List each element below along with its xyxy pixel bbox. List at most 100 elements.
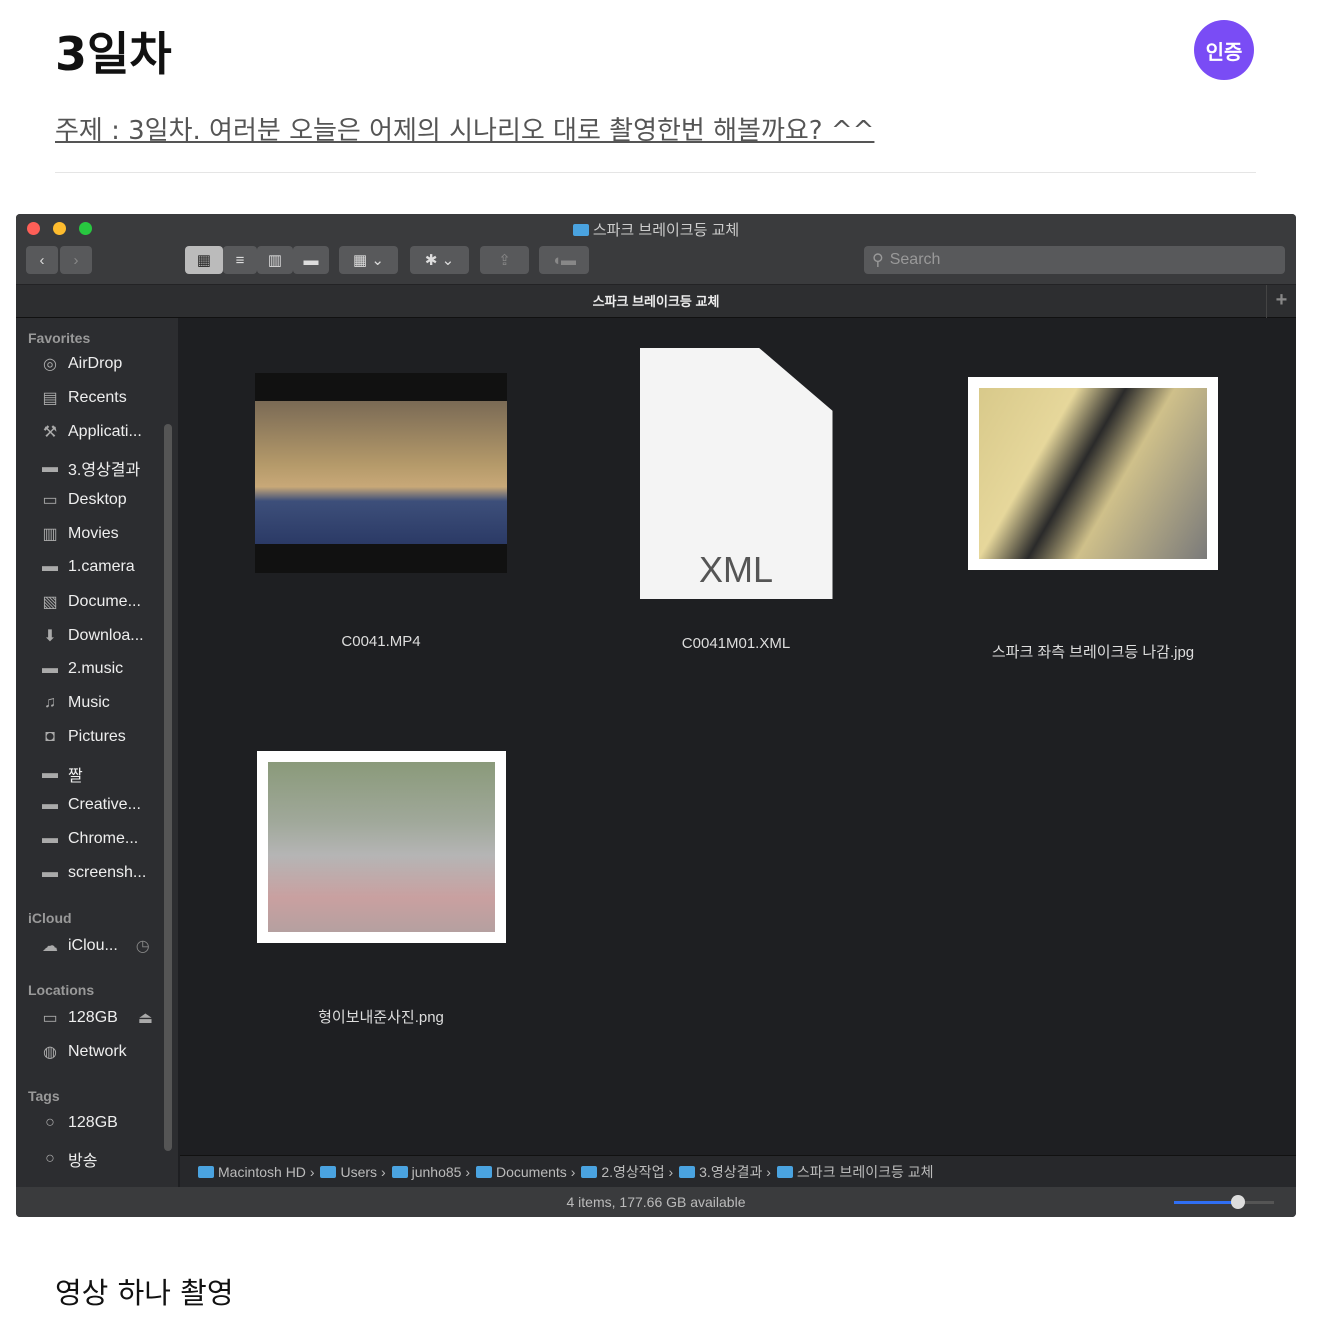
sidebar-item[interactable]: ▥ Movies — [38, 524, 119, 544]
column-view-button[interactable]: ▥ — [257, 246, 293, 274]
search-input[interactable]: ⚲ Search — [864, 246, 1285, 274]
sidebar-item-label: Network — [68, 1043, 127, 1060]
folder-icon: ▬ — [42, 796, 58, 813]
sidebar-item-label: Desktop — [68, 491, 127, 508]
sidebar-item-label: 2.music — [68, 660, 124, 677]
sidebar-item[interactable]: ▤ Recents — [38, 388, 127, 408]
sidebar-item[interactable]: ▬ Creative... — [38, 796, 141, 814]
back-button[interactable]: ‹ — [26, 246, 58, 274]
applications-icon: ⚒ — [42, 424, 58, 441]
breadcrumb-item[interactable]: 스파크 브레이크등 교체 — [776, 1162, 934, 1182]
sidebar-tag-128gb[interactable]: ○ 128GB — [38, 1114, 118, 1132]
sidebar-item-128gb[interactable]: ▭ 128GB ⏏ — [38, 1008, 153, 1028]
breadcrumb-item[interactable]: 2.영상작업 › — [581, 1162, 673, 1182]
slider-fill — [1174, 1201, 1238, 1204]
divider — [55, 172, 1256, 173]
path-header: 스파크 브레이크등 교체 + — [16, 285, 1296, 318]
breadcrumb-item[interactable]: Macintosh HD › — [198, 1164, 314, 1180]
breadcrumb-label: 2.영상작업 — [601, 1163, 665, 1180]
file-name: 형이보내준사진.png — [318, 1009, 444, 1026]
icon-view-button[interactable]: ▦ — [185, 246, 223, 274]
file-item[interactable]: XML C0041M01.XML — [586, 318, 886, 652]
folder-icon — [572, 224, 589, 236]
forward-button[interactable]: › — [60, 246, 92, 274]
downloads-icon: ⬇ — [43, 628, 57, 645]
sidebar-item[interactable]: ▬ Chrome... — [38, 830, 138, 848]
sidebar-item[interactable]: ◎ AirDrop — [38, 354, 122, 374]
gallery-view-button[interactable]: ▬ — [293, 246, 329, 274]
sidebar-item[interactable]: ▬ 3.영상결과 — [38, 456, 140, 480]
sidebar-item[interactable]: ▬ 2.music — [38, 660, 123, 678]
chevron-right-icon: › — [766, 1163, 771, 1180]
sidebar-item-label: Pictures — [68, 728, 126, 745]
chevron-right-icon: › — [380, 1163, 386, 1180]
sidebar-item-label: 짤 — [68, 768, 83, 785]
sidebar-item[interactable]: ♫ Music — [38, 694, 110, 712]
folder-icon — [320, 1165, 337, 1178]
breadcrumb-item[interactable]: 3.영상결과 › — [679, 1162, 771, 1182]
sidebar-item-network[interactable]: ◍ Network — [38, 1042, 127, 1062]
sidebar-item-label: Recents — [68, 389, 127, 406]
sidebar-item-label: Creative... — [68, 796, 141, 813]
icloud-heading: iCloud — [28, 910, 72, 926]
chevron-right-icon: › — [309, 1163, 315, 1180]
sidebar-item-label: 128GB — [68, 1114, 118, 1131]
file-name: C0041M01.XML — [681, 635, 791, 652]
sidebar-item-label: Downloa... — [68, 627, 144, 644]
pictures-icon: ◘ — [45, 728, 55, 745]
sidebar-scrollbar[interactable] — [164, 424, 172, 1151]
image-thumbnail — [256, 751, 506, 943]
finder-window: 스파크 브레이크등 교체 ‹ › ▦ ≡ ▥ ▬ ▦ ⌄ ✱ ⌄ ⇪ ◖▬ ⚲ S… — [16, 214, 1296, 1217]
locations-heading: Locations — [28, 982, 95, 998]
recents-icon: ▤ — [42, 390, 58, 407]
sidebar-item[interactable]: ▬ 1.camera — [38, 558, 135, 576]
sidebar-tag-broadcast[interactable]: ○ 방송 — [38, 1147, 97, 1171]
slider-thumb[interactable] — [1231, 1195, 1245, 1209]
list-view-button[interactable]: ≡ — [223, 246, 257, 274]
sidebar-item[interactable]: ▭ Desktop — [38, 490, 127, 510]
window-title-text: 스파크 브레이크등 교체 — [592, 222, 740, 239]
xml-document-icon: XML — [639, 348, 833, 599]
sidebar-item-label: Music — [68, 694, 110, 711]
xml-icon-label: XML — [698, 549, 774, 590]
breadcrumb-item[interactable]: junho85 › — [391, 1164, 470, 1180]
path-header-title: 스파크 브레이크등 교체 — [592, 294, 720, 309]
icon-size-slider[interactable] — [1174, 1195, 1274, 1209]
certification-badge[interactable]: 인증 — [1194, 20, 1254, 80]
sidebar-item[interactable]: ◘ Pictures — [38, 728, 126, 746]
documents-icon: ▧ — [42, 594, 58, 611]
action-gear-button[interactable]: ✱ ⌄ — [410, 246, 469, 274]
eject-icon[interactable]: ⏏ — [138, 1008, 153, 1028]
status-text: 4 items, 177.66 GB available — [566, 1194, 746, 1210]
tag-button[interactable]: ◖▬ — [539, 246, 589, 274]
sidebar-item[interactable]: ▬ screensh... — [38, 864, 146, 882]
add-tab-button[interactable]: + — [1266, 285, 1296, 318]
sidebar-item[interactable]: ⬇ Downloa... — [38, 626, 144, 646]
file-area: C0041.MP4 XML C0041M01.XML 스파크 좌측 브레이크등 … — [180, 318, 1296, 1155]
folder-icon: ▬ — [42, 558, 58, 575]
sidebar-item-label: 1.camera — [68, 558, 135, 575]
folder-icon — [679, 1165, 696, 1178]
network-icon: ◍ — [43, 1044, 57, 1061]
sidebar-item[interactable]: ▧ Docume... — [38, 592, 140, 612]
sidebar-item-label: Movies — [68, 525, 119, 542]
file-item[interactable]: 형이보내준사진.png — [231, 318, 531, 1027]
cloud-icon: ☁ — [42, 938, 58, 955]
tag-circle-icon: ○ — [45, 1114, 55, 1131]
search-placeholder: Search — [889, 251, 941, 268]
breadcrumb-item[interactable]: Users › — [320, 1163, 386, 1180]
subject-link[interactable]: 주제 : 3일차. 여러분 오늘은 어제의 시나리오 대로 촬영한번 해볼까요?… — [55, 110, 874, 147]
folder-icon — [198, 1165, 214, 1178]
group-button[interactable]: ▦ ⌄ — [339, 246, 398, 274]
sidebar-item-icloud[interactable]: ☁ iClou... ◷ — [38, 936, 150, 956]
sidebar-item[interactable]: ⚒ Applicati... — [38, 422, 142, 442]
breadcrumb-label: 스파크 브레이크등 교체 — [796, 1163, 934, 1180]
share-button[interactable]: ⇪ — [480, 246, 529, 274]
disk-icon: ▭ — [42, 1010, 58, 1027]
movies-icon: ▥ — [42, 526, 58, 543]
breadcrumb-item[interactable]: Documents › — [476, 1164, 575, 1180]
sidebar-item[interactable]: ▬ 짤 — [38, 762, 83, 786]
file-item[interactable]: 스파크 좌측 브레이크등 나감.jpg — [943, 318, 1243, 662]
progress-icon: ◷ — [135, 938, 150, 955]
tag-circle-icon: ○ — [45, 1150, 55, 1167]
